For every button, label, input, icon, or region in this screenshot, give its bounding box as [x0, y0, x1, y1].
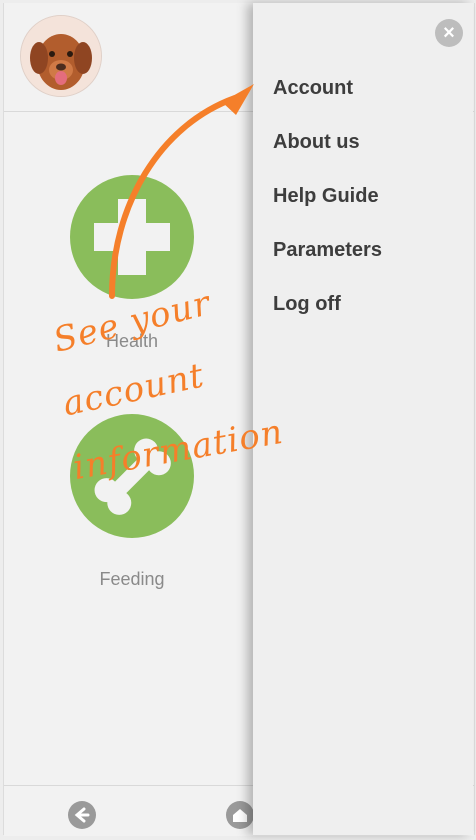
back-arrow-shape [74, 807, 90, 823]
side-menu: × Account About us Help Guide Parameters… [253, 3, 473, 835]
bone-icon [94, 438, 171, 515]
home-shape [233, 809, 247, 822]
menu-item-about-us[interactable]: About us [273, 131, 360, 154]
feeding-tile[interactable] [70, 414, 194, 538]
back-arrow-icon[interactable] [68, 801, 96, 829]
menu-item-help-guide[interactable]: Help Guide [273, 185, 379, 208]
menu-item-log-off[interactable]: Log off [273, 293, 341, 316]
menu-item-account[interactable]: Account [273, 77, 353, 100]
close-icon[interactable]: × [435, 19, 463, 47]
health-label: Health [105, 331, 159, 351]
avatar[interactable] [20, 15, 102, 97]
cross-icon [94, 199, 170, 275]
health-tile[interactable] [70, 175, 194, 299]
dog-avatar-icon [21, 16, 101, 96]
menu-item-parameters[interactable]: Parameters [273, 239, 382, 262]
feeding-label: Feeding [99, 569, 165, 589]
home-icon[interactable] [226, 801, 254, 829]
